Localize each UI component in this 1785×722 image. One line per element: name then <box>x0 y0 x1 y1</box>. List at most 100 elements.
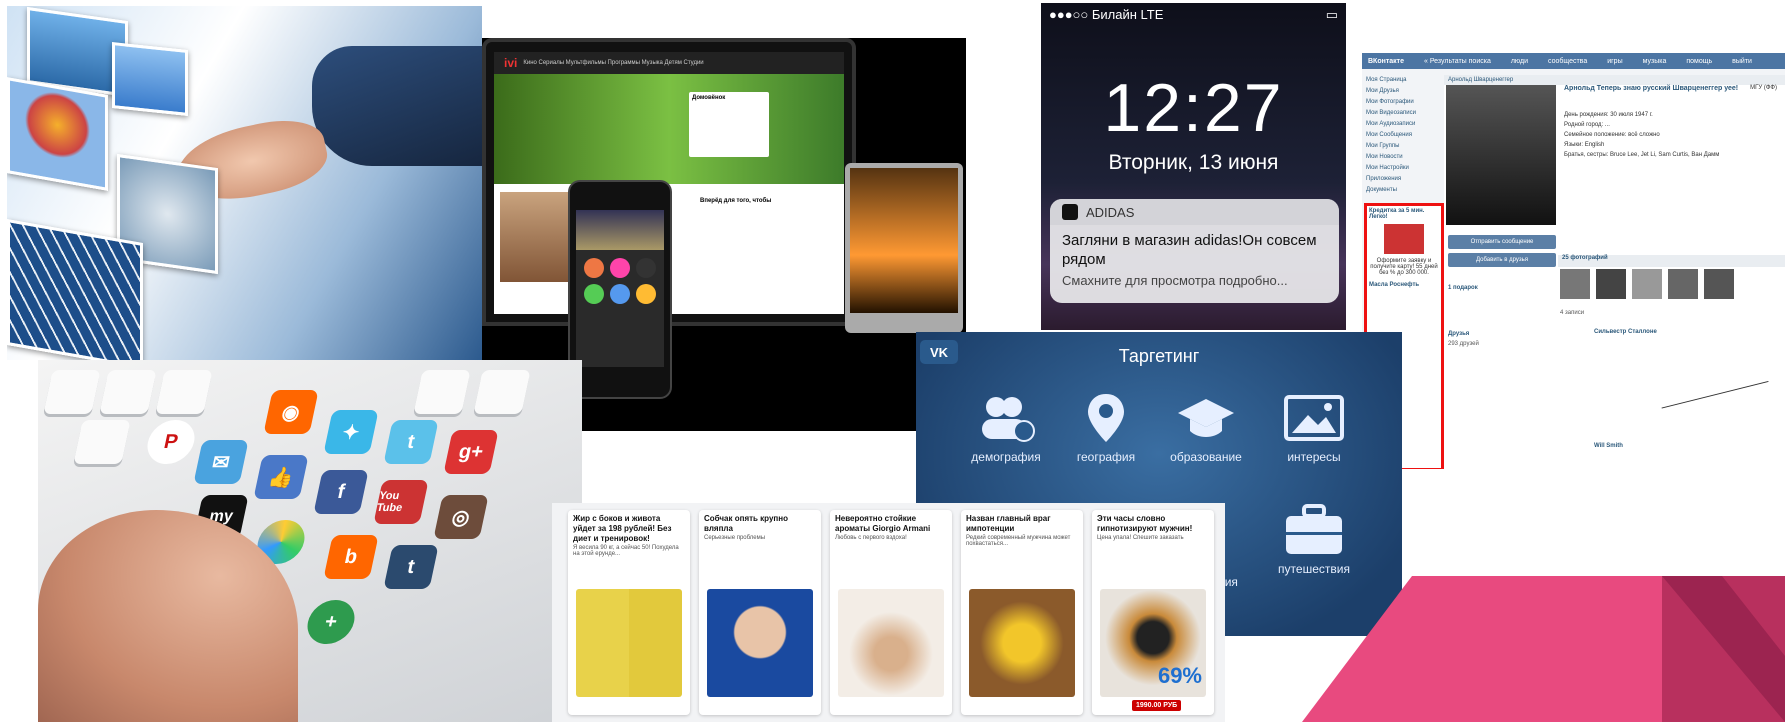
vk-menu-item[interactable]: Приложения <box>1366 174 1442 185</box>
travel-item: путешествия <box>1264 504 1364 576</box>
ad-title: Эти часы словно гипнотизируют мужчин! <box>1097 514 1193 533</box>
ad-image: 69% <box>1100 589 1206 697</box>
vk-photo-thumb[interactable] <box>1560 269 1590 299</box>
vk-profile-image: ВКонтакте « Результаты поиска люди сообщ… <box>1362 53 1785 469</box>
price-badge: 1990.00 РУБ <box>1132 700 1182 711</box>
notification-card[interactable]: ADIDAS Загляни в магазин adidas!Он совсе… <box>1050 199 1339 303</box>
desktop-monitor <box>845 163 963 333</box>
facebook-icon: f <box>313 470 369 514</box>
ad-title: Собчак опять крупно вляпла <box>704 514 788 533</box>
twitter-key-icon: t <box>383 420 439 464</box>
ad-card[interactable]: Назван главный враг импотенции Редкий со… <box>961 510 1083 715</box>
app-dot <box>636 284 656 304</box>
vk-photo-thumb[interactable] <box>1632 269 1662 299</box>
ad-image <box>707 589 813 697</box>
instagram-icon: ◎ <box>433 495 489 539</box>
googleplus-icon: g+ <box>443 430 499 474</box>
vk-menu-item[interactable]: Мои Группы <box>1366 141 1442 152</box>
key <box>155 370 213 414</box>
vk-photo-thumb[interactable] <box>1596 269 1626 299</box>
vk-post-author2[interactable]: Will Smith <box>1594 443 1623 449</box>
notification-hint: Смахните для просмотра подробно... <box>1062 273 1288 288</box>
pink-shapes <box>1302 576 1785 722</box>
smartphone <box>568 180 672 399</box>
lock-date: Вторник, 13 июня <box>1108 151 1279 174</box>
app-dot <box>584 284 604 304</box>
notification-message: Загляни в магазин adidas!Он совсем рядом <box>1062 232 1317 268</box>
vk-nav-4[interactable]: музыка <box>1643 58 1667 65</box>
vk-photo-thumb[interactable] <box>1704 269 1734 299</box>
ivi-nav: Кино Сериалы Мультфильмы Программы Музык… <box>523 60 704 66</box>
phone-hero <box>576 210 664 250</box>
send-message-button[interactable]: Отправить сообщение <box>1448 235 1556 249</box>
vk-menu-item[interactable]: Мои Сообщения <box>1366 130 1442 141</box>
vk-info-line: День рождения: 30 июля 1947 г. <box>1564 112 1653 118</box>
ad-subtitle: Я весила 90 кг, а сейчас 50! Похудела на… <box>573 545 679 557</box>
vk-nav-2[interactable]: сообщества <box>1548 58 1587 65</box>
vk-section-title: Арнольд Шварценеггер <box>1444 75 1785 85</box>
education-item: образование <box>1156 392 1256 464</box>
app-dot <box>610 258 630 278</box>
ad-card[interactable]: Невероятно стойкие ароматы Giorgio Arman… <box>830 510 952 715</box>
key <box>413 370 471 414</box>
vk-gifts-label[interactable]: 1 подарок <box>1448 285 1478 291</box>
people-icon <box>976 392 1036 444</box>
ad-image <box>969 589 1075 697</box>
hero-banner: Домовёнок <box>494 74 844 184</box>
vk-menu-item[interactable]: Мои Видеозаписи <box>1366 108 1442 119</box>
vk-nav-5[interactable]: помощь <box>1686 58 1712 65</box>
ad-card[interactable]: Жир с боков и живота уйдет за 198 рублей… <box>568 510 690 715</box>
vk-logo: ВКонтакте <box>1368 57 1404 65</box>
vk-info-line: Языки: English <box>1564 142 1605 148</box>
vk-nav-3[interactable]: игры <box>1607 58 1622 65</box>
geography-label: география <box>1076 450 1136 464</box>
ivi-header: ivi Кино Сериалы Мультфильмы Программы М… <box>494 52 844 74</box>
interests-item: интересы <box>1264 392 1364 464</box>
notification-app: ADIDAS <box>1086 204 1135 220</box>
smartphone-screen <box>576 210 664 367</box>
vk-photo-thumb[interactable] <box>1668 269 1698 299</box>
vk-friends-label[interactable]: Друзья <box>1448 331 1469 337</box>
pink-decoration <box>1302 576 1785 722</box>
vk-menu-item[interactable]: Мои Аудиозаписи <box>1366 119 1442 130</box>
vk-menu-item[interactable]: Документы <box>1366 185 1442 196</box>
vk-main: Арнольд Шварценеггер Арнольд Теперь знаю… <box>1444 75 1785 469</box>
pinterest-icon: P <box>143 420 199 464</box>
ad-card[interactable]: Собчак опять крупно вляпла Серьезные про… <box>699 510 821 715</box>
vk-photos-label[interactable]: 25 фотографий <box>1558 255 1785 267</box>
mail-icon: ✉ <box>193 440 249 484</box>
vk-nav-1[interactable]: люди <box>1511 58 1528 65</box>
hero-card-title: Домовёнок <box>692 95 726 101</box>
photo-card-balloon <box>7 77 108 191</box>
plus-icon: + <box>303 600 359 644</box>
ad-subtitle: Редкий современный мужчина может похваст… <box>966 535 1071 547</box>
vk-nav-0[interactable]: « Результаты поиска <box>1424 58 1491 65</box>
add-friend-button[interactable]: Добавить в друзья <box>1448 253 1556 267</box>
notification-body: Загляни в магазин adidas!Он совсем рядом… <box>1050 225 1339 296</box>
geography-item: география <box>1056 392 1156 464</box>
vk-menu-item[interactable]: Мои Настройки <box>1366 163 1442 174</box>
vk-info-line: Братья, сестры: Bruce Lee, Jet Li, Sam C… <box>1564 152 1720 158</box>
vk-avatar <box>1446 85 1556 225</box>
key <box>99 370 157 414</box>
app-dot <box>610 284 630 304</box>
vk-nav-6[interactable]: выйти <box>1732 58 1752 65</box>
vk-post-author[interactable]: Сильвестр Сталлоне <box>1594 329 1657 335</box>
vk-menu-item[interactable]: Мои Фотографии <box>1366 97 1442 108</box>
vk-status: уее! <box>1724 85 1739 92</box>
ad-card[interactable]: Эти часы словно гипнотизируют мужчин! Це… <box>1092 510 1214 715</box>
vk-friends-count: 293 друзей <box>1448 341 1479 347</box>
vk-menu-item[interactable]: Мои Друзья <box>1366 86 1442 97</box>
vk-ad-title: Кредитка за 5 мин. Легко! <box>1369 208 1425 220</box>
vk-menu-item[interactable]: Мои Новости <box>1366 152 1442 163</box>
blogger-icon: b <box>323 535 379 579</box>
app-dot <box>584 258 604 278</box>
twitter-icon: ✦ <box>323 410 379 454</box>
vk-menu-item[interactable]: Моя Страница <box>1366 75 1442 86</box>
photo-card-small <box>112 42 188 116</box>
vk-topbar: ВКонтакте « Результаты поиска люди сообщ… <box>1362 53 1785 69</box>
image-icon <box>1284 392 1344 444</box>
ivi-sidebar-title: Вперёд для того, чтобы <box>700 198 772 204</box>
photo-card-solar <box>7 219 143 360</box>
tumblr-icon: t <box>383 545 439 589</box>
